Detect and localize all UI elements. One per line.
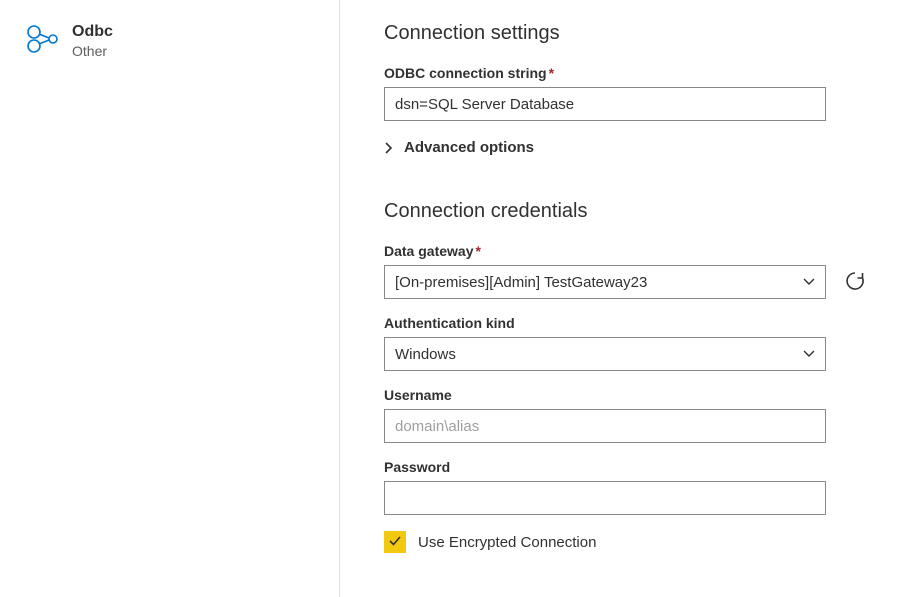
username-label: Username bbox=[384, 387, 870, 403]
connection-string-input[interactable] bbox=[384, 87, 826, 121]
connection-settings-heading: Connection settings bbox=[384, 22, 870, 45]
checkmark-icon bbox=[387, 533, 403, 552]
connector-title: Odbc bbox=[72, 22, 113, 41]
advanced-options-toggle[interactable]: Advanced options bbox=[384, 139, 870, 156]
data-gateway-field: Data gateway* [On-premises][Admin] TestG… bbox=[384, 243, 870, 299]
password-label: Password bbox=[384, 459, 870, 475]
connection-string-label-text: ODBC connection string bbox=[384, 65, 547, 81]
data-gateway-label-text: Data gateway bbox=[384, 243, 473, 259]
username-field: Username bbox=[384, 387, 870, 443]
auth-kind-label: Authentication kind bbox=[384, 315, 870, 331]
auth-kind-select[interactable]: Windows bbox=[384, 337, 826, 371]
encrypted-connection-label: Use Encrypted Connection bbox=[418, 534, 596, 551]
auth-kind-field: Authentication kind Windows bbox=[384, 315, 870, 371]
advanced-options-label: Advanced options bbox=[404, 139, 534, 156]
encrypted-connection-row: Use Encrypted Connection bbox=[384, 531, 870, 553]
username-input[interactable] bbox=[384, 409, 826, 443]
encrypted-connection-checkbox[interactable] bbox=[384, 531, 406, 553]
required-asterisk: * bbox=[549, 65, 554, 81]
data-gateway-select[interactable]: [On-premises][Admin] TestGateway23 bbox=[384, 265, 826, 299]
sidebar: Odbc Other bbox=[0, 0, 340, 597]
chevron-right-icon bbox=[384, 141, 394, 155]
password-field: Password bbox=[384, 459, 870, 515]
data-gateway-label: Data gateway* bbox=[384, 243, 870, 259]
required-asterisk: * bbox=[475, 243, 480, 259]
main-panel: Connection settings ODBC connection stri… bbox=[340, 0, 914, 597]
odbc-icon bbox=[24, 22, 58, 56]
refresh-icon bbox=[844, 270, 866, 295]
connector-info: Odbc Other bbox=[72, 22, 113, 577]
refresh-gateway-button[interactable] bbox=[840, 266, 870, 299]
connection-string-field: ODBC connection string* bbox=[384, 65, 870, 121]
password-input[interactable] bbox=[384, 481, 826, 515]
connection-string-label: ODBC connection string* bbox=[384, 65, 870, 81]
connector-category: Other bbox=[72, 43, 113, 59]
connection-credentials-heading: Connection credentials bbox=[384, 200, 870, 223]
